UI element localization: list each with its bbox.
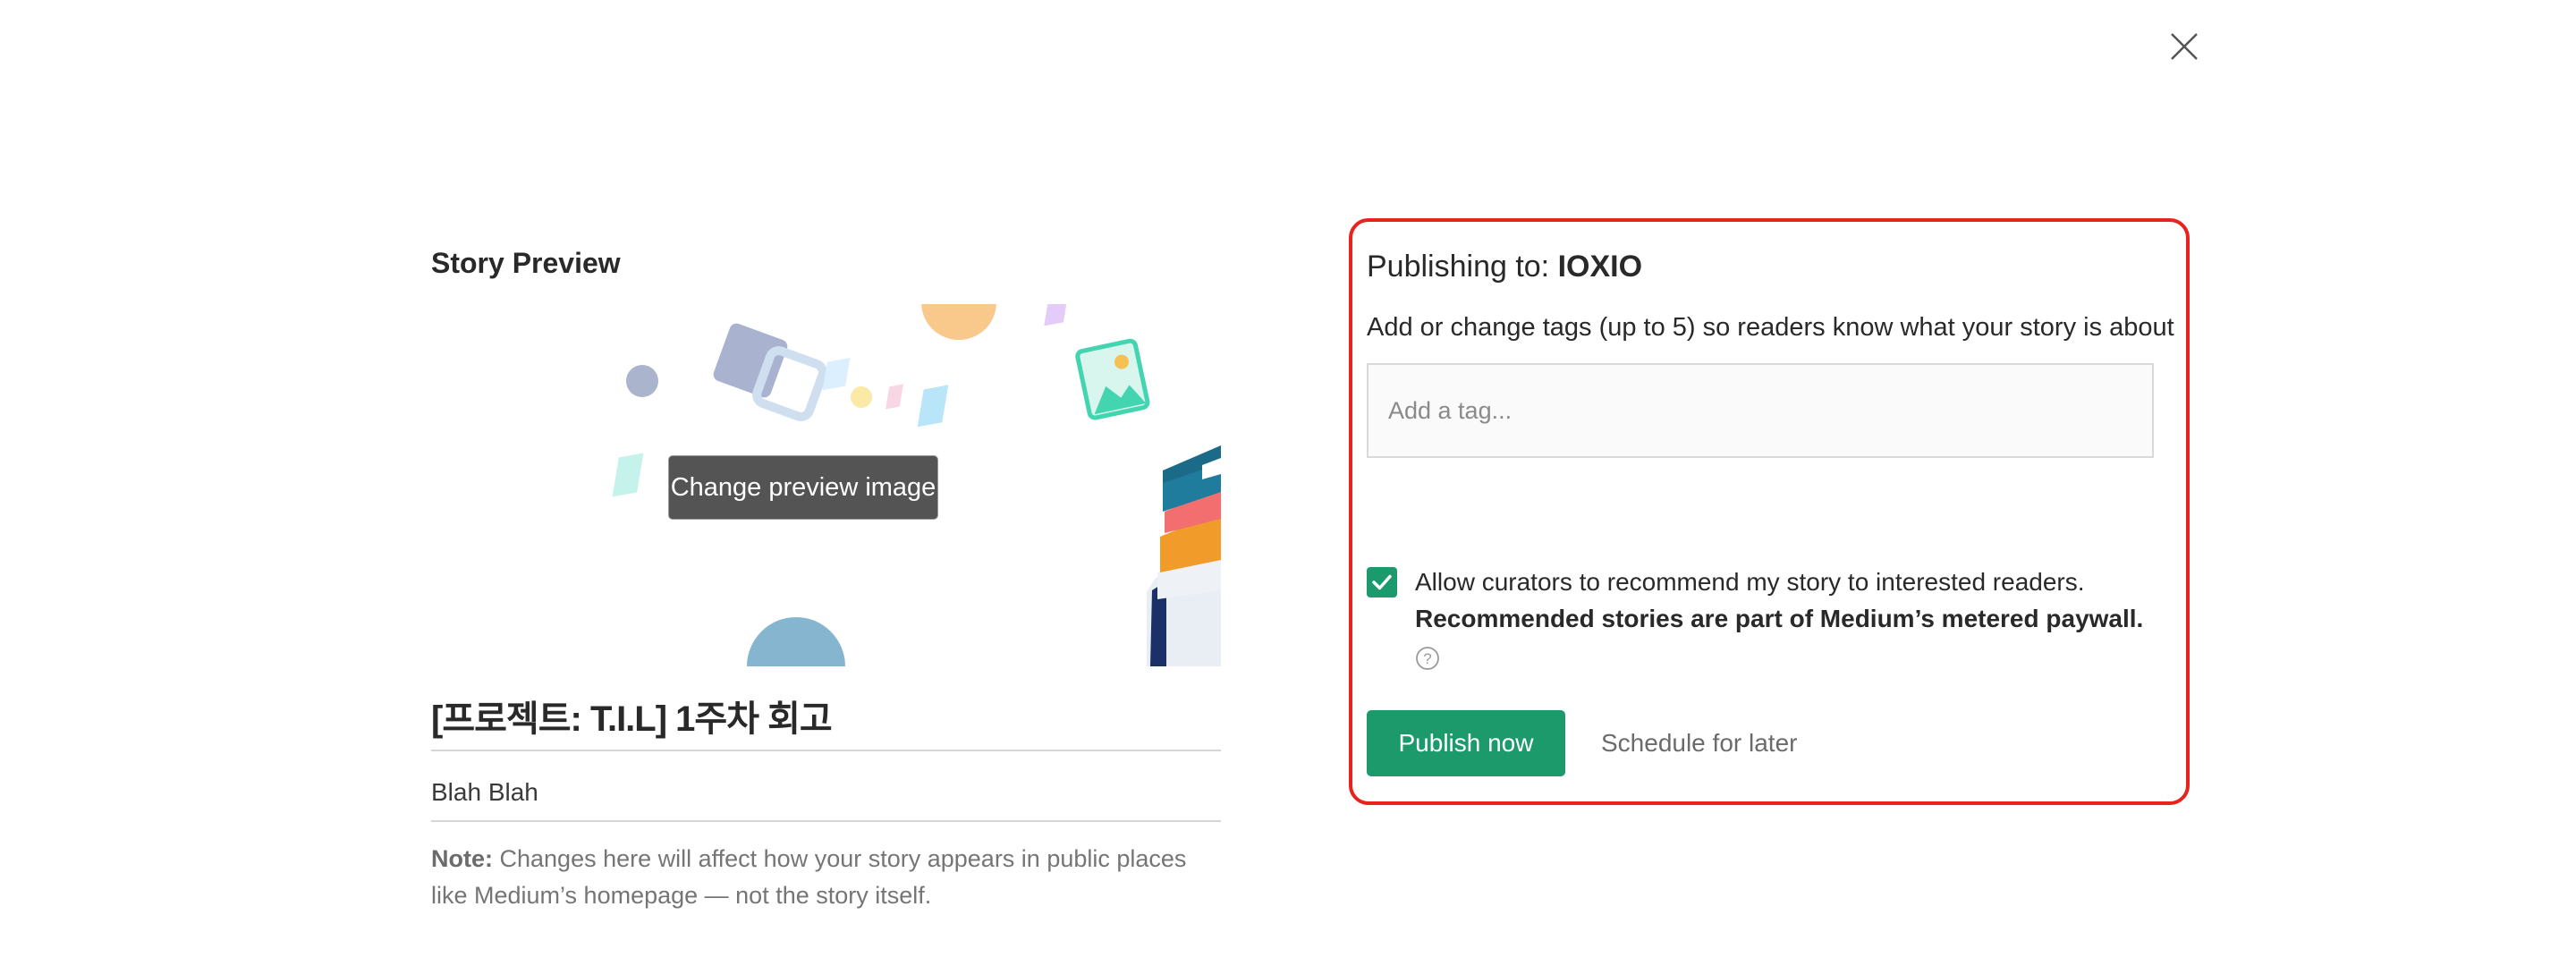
publishing-panel: Publishing to: IOXIO Add or change tags … xyxy=(1349,218,2190,805)
curator-text: Allow curators to recommend my story to … xyxy=(1415,564,2157,637)
story-preview-heading: Story Preview xyxy=(431,247,621,279)
tags-help-text: Add or change tags (up to 5) so readers … xyxy=(1367,313,2174,342)
note-text: Changes here will affect how your story … xyxy=(431,845,1187,909)
question-circle-icon[interactable]: ? xyxy=(1415,646,1440,671)
curator-paywall-note: Recommended stories are part of Medium’s… xyxy=(1415,605,2144,632)
curator-checkbox[interactable] xyxy=(1367,567,1397,597)
checkmark-icon xyxy=(1372,574,1392,590)
publishing-prefix: Publishing to: xyxy=(1367,250,1558,284)
curator-description: Allow curators to recommend my story to … xyxy=(1415,568,2085,596)
note-label: Note: xyxy=(431,845,493,872)
tag-input[interactable] xyxy=(1367,363,2154,458)
publishing-to-label: Publishing to: IOXIO xyxy=(1367,245,1642,288)
preview-note: Note: Changes here will affect how your … xyxy=(431,841,1221,914)
close-icon xyxy=(2171,33,2198,60)
change-preview-image-button[interactable]: Change preview image xyxy=(668,455,938,520)
schedule-for-later-link[interactable]: Schedule for later xyxy=(1601,710,1797,776)
preview-image[interactable]: Change preview image xyxy=(431,304,1221,666)
close-button[interactable] xyxy=(2165,27,2204,66)
publication-name: IOXIO xyxy=(1557,250,1643,284)
svg-text:?: ? xyxy=(1423,650,1431,667)
story-title-field[interactable]: [프로젝트: T.I.L] 1주차 회고 xyxy=(431,689,1221,751)
publish-now-button[interactable]: Publish now xyxy=(1367,710,1565,776)
story-subtitle-field[interactable]: Blah Blah xyxy=(431,765,1221,822)
